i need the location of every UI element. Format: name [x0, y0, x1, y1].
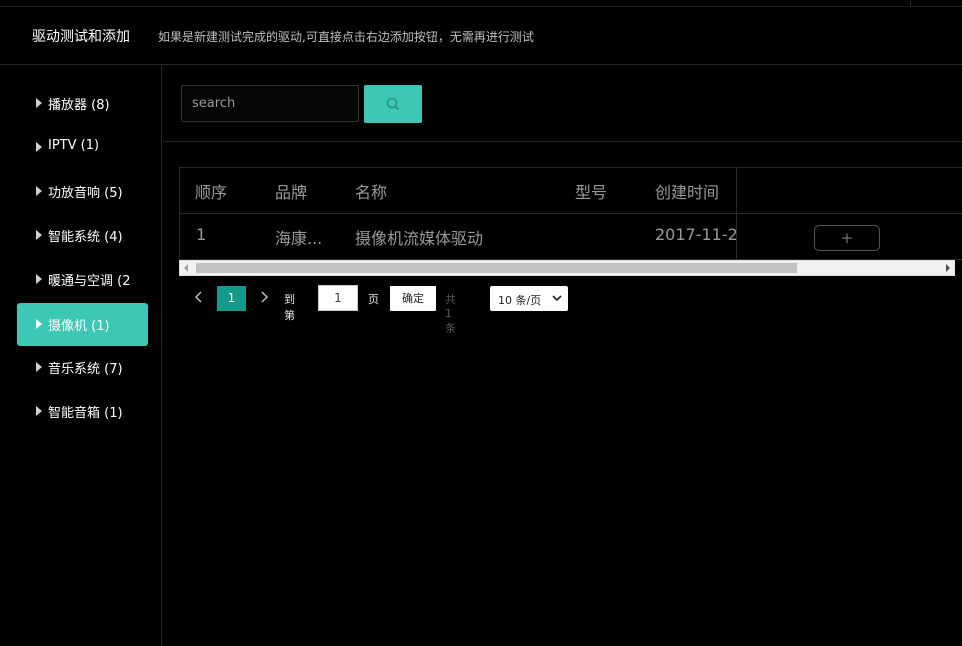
page-suffix-label: 页 [368, 293, 379, 306]
goto-label: 到第 [284, 293, 295, 322]
caret-right-icon [36, 319, 42, 329]
goto-page-input[interactable] [318, 285, 358, 311]
page-size-select[interactable]: 10 条/页 [490, 286, 568, 311]
column-header-order[interactable]: 顺序 [195, 179, 227, 203]
page-title: 驱动测试和添加 [32, 29, 130, 45]
sidebar-item-player[interactable]: 播放器 (8) [17, 82, 148, 125]
sidebar-item-label: 智能系统 (4) [48, 230, 123, 245]
cell-brand: 海康... [275, 229, 323, 248]
category-sidebar: 播放器 (8) IPTV (1) 功放音响 (5) 智能系统 (4) 暖通与空调… [0, 66, 162, 646]
header-divider [737, 213, 962, 214]
cell-created: 2017-11-28 [655, 225, 748, 244]
sidebar-item-smart-system[interactable]: 智能系统 (4) [17, 214, 148, 257]
page-size-value: 10 条/页 [498, 294, 542, 307]
chevron-right-icon [261, 291, 269, 303]
sidebar-item-amplifier[interactable]: 功放音响 (5) [17, 170, 148, 213]
search-button[interactable] [364, 85, 422, 123]
sidebar-item-hvac[interactable]: 暖通与空调 (2 [17, 258, 148, 301]
column-header-created[interactable]: 创建时间 [655, 179, 719, 203]
chevron-left-icon [194, 291, 202, 303]
page-description: 如果是新建测试完成的驱动,可直接点击右边添加按钮，无需再进行测试 [158, 30, 534, 44]
content-divider [163, 141, 962, 142]
page-header: 驱动测试和添加 如果是新建测试完成的驱动,可直接点击右边添加按钮，无需再进行测试 [0, 6, 962, 65]
driver-table: 顺序 品牌 名称 型号 创建时间 1 海康... 摄像机流媒体驱动 2017-1… [179, 167, 962, 260]
caret-right-icon [36, 362, 42, 372]
previous-page-button[interactable] [193, 289, 205, 305]
action-column: + [736, 168, 962, 259]
column-header-brand[interactable]: 品牌 [275, 179, 307, 203]
sidebar-item-music-system[interactable]: 音乐系统 (7) [17, 346, 148, 389]
column-header-name[interactable]: 名称 [355, 179, 387, 203]
sidebar-item-label: 功放音响 (5) [48, 186, 123, 201]
sidebar-item-label: 音乐系统 (7) [48, 362, 123, 377]
cell-name: 摄像机流媒体驱动 [355, 229, 484, 248]
add-driver-button[interactable]: + [814, 225, 880, 251]
sidebar-item-iptv[interactable]: IPTV (1) [17, 126, 148, 169]
sidebar-item-label: IPTV (1) [48, 138, 100, 153]
caret-right-icon [36, 186, 42, 196]
caret-right-icon [36, 406, 42, 416]
caret-right-icon [36, 98, 42, 108]
scrollbar-thumb[interactable] [196, 263, 797, 273]
caret-right-icon [36, 142, 42, 152]
search-icon [386, 97, 400, 111]
sidebar-item-label: 播放器 (8) [48, 98, 110, 113]
sidebar-item-label: 暖通与空调 (2 [48, 274, 131, 289]
search-input[interactable] [181, 85, 359, 122]
column-header-model[interactable]: 型号 [575, 179, 607, 203]
horizontal-scrollbar[interactable] [179, 260, 955, 276]
caret-right-icon [36, 230, 42, 240]
scroll-right-icon[interactable] [946, 264, 950, 272]
next-page-button[interactable] [258, 289, 270, 305]
total-count: 共 1 条 [445, 293, 456, 335]
caret-right-icon [36, 274, 42, 284]
page-number-current[interactable]: 1 [217, 286, 246, 311]
sidebar-item-label: 摄像机 (1) [48, 319, 110, 334]
chevron-down-icon [552, 295, 562, 302]
scroll-left-icon[interactable] [184, 264, 188, 272]
confirm-button[interactable]: 确定 [390, 286, 436, 311]
cell-order: 1 [196, 225, 207, 244]
sidebar-item-label: 智能音箱 (1) [48, 406, 123, 421]
sidebar-item-smart-speaker[interactable]: 智能音箱 (1) [17, 390, 148, 433]
sidebar-item-camera[interactable]: 摄像机 (1) [17, 303, 148, 346]
